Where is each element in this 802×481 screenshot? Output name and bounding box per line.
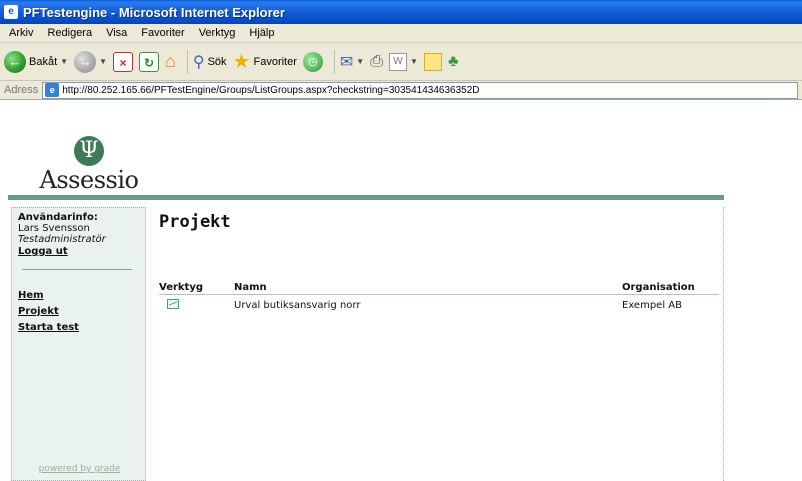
discuss-button[interactable] bbox=[423, 52, 442, 71]
address-input[interactable]: e http://80.252.165.66/PFTestEngine/Grou… bbox=[42, 81, 798, 99]
home-button[interactable]: ⌂ bbox=[165, 51, 176, 72]
header-verktyg: Verktyg bbox=[159, 280, 234, 295]
forward-arrow-icon: → bbox=[74, 50, 97, 73]
messenger-icon: ♣ bbox=[447, 52, 459, 70]
menu-favoriter[interactable]: Favoriter bbox=[134, 27, 191, 39]
menu-visa[interactable]: Visa bbox=[99, 27, 134, 39]
edit-button[interactable]: W ▼ bbox=[389, 52, 418, 71]
table-row: Urval butiksansvarig norr Exempel AB bbox=[159, 295, 719, 315]
favorites-label: Favoriter bbox=[253, 55, 297, 68]
row-organisation: Exempel AB bbox=[622, 300, 682, 311]
chart-icon[interactable] bbox=[167, 299, 179, 309]
web-page: Ψ Assessio Användarinfo: Lars Svensson T… bbox=[0, 100, 802, 481]
userinfo-header: Användarinfo: bbox=[18, 212, 98, 223]
sidebar-nav: Hem Projekt Starta test bbox=[18, 290, 139, 333]
window-titlebar: e PFTestengine - Microsoft Internet Expl… bbox=[0, 0, 802, 24]
table-header-row: Verktyg Namn Organisation bbox=[159, 280, 719, 295]
star-icon: ★ bbox=[232, 51, 251, 73]
content-border bbox=[723, 207, 724, 481]
window-title: PFTestengine - Microsoft Internet Explor… bbox=[23, 4, 285, 20]
messenger-button[interactable]: ♣ bbox=[448, 53, 459, 71]
search-button[interactable]: ⚲ Sök bbox=[193, 52, 227, 72]
history-button[interactable]: ◷ bbox=[302, 51, 323, 72]
word-icon: W bbox=[389, 52, 408, 71]
forward-dropdown-icon[interactable]: ▼ bbox=[99, 57, 107, 66]
favorites-button[interactable]: ★ Favoriter bbox=[233, 49, 297, 74]
header-divider bbox=[8, 195, 724, 200]
search-label: Sök bbox=[207, 55, 227, 68]
user-name: Lars Svensson bbox=[18, 223, 90, 234]
stop-button[interactable]: × bbox=[112, 51, 133, 72]
print-button[interactable]: ⎙ bbox=[370, 53, 383, 71]
nav-starta-test[interactable]: Starta test bbox=[18, 322, 139, 333]
stop-icon: × bbox=[112, 51, 133, 72]
address-label: Adress bbox=[4, 84, 39, 96]
powered-by-link[interactable]: powered by grade bbox=[12, 464, 147, 474]
page-title: Projekt bbox=[159, 212, 231, 232]
mail-dropdown-icon[interactable]: ▼ bbox=[356, 57, 364, 66]
browser-toolbar: ← Bakåt ▼ → ▼ × ↻ ⌂ ⚲ Sök ★ Favoriter ◷ … bbox=[0, 43, 802, 81]
back-button[interactable]: ← Bakåt ▼ bbox=[4, 50, 68, 73]
note-icon bbox=[423, 52, 442, 71]
row-name: Urval butiksansvarig norr bbox=[234, 300, 361, 311]
history-icon: ◷ bbox=[302, 51, 323, 72]
menu-redigera[interactable]: Redigera bbox=[40, 27, 99, 39]
refresh-icon: ↻ bbox=[138, 51, 159, 72]
nav-projekt[interactable]: Projekt bbox=[18, 306, 139, 317]
printer-icon: ⎙ bbox=[370, 52, 384, 70]
edit-dropdown-icon[interactable]: ▼ bbox=[410, 57, 418, 66]
forward-button[interactable]: → ▼ bbox=[74, 50, 107, 73]
nav-hem[interactable]: Hem bbox=[18, 290, 139, 301]
menu-bar: Arkiv Redigera Visa Favoriter Verktyg Hj… bbox=[0, 24, 802, 43]
mail-icon: ✉ bbox=[339, 53, 354, 71]
address-bar: Adress e http://80.252.165.66/PFTestEngi… bbox=[0, 81, 802, 100]
sidebar-divider bbox=[22, 269, 132, 270]
back-dropdown-icon[interactable]: ▼ bbox=[60, 57, 68, 66]
back-label: Bakåt bbox=[29, 55, 58, 68]
search-icon: ⚲ bbox=[192, 53, 205, 71]
menu-hjalp[interactable]: Hjälp bbox=[242, 27, 281, 39]
assessio-logo: Ψ Assessio bbox=[34, 136, 144, 194]
page-icon: e bbox=[45, 83, 60, 97]
logout-link[interactable]: Logga ut bbox=[18, 246, 139, 257]
ie-icon: e bbox=[4, 5, 18, 19]
mail-button[interactable]: ✉ ▼ bbox=[340, 52, 364, 72]
projects-table: Verktyg Namn Organisation Urval butiksan… bbox=[159, 280, 719, 314]
back-arrow-icon: ← bbox=[4, 50, 26, 73]
refresh-button[interactable]: ↻ bbox=[138, 51, 159, 72]
menu-arkiv[interactable]: Arkiv bbox=[2, 27, 40, 39]
header-namn: Namn bbox=[234, 280, 622, 295]
toolbar-separator bbox=[333, 49, 335, 74]
home-icon: ⌂ bbox=[164, 51, 176, 71]
logo-brand: Assessio bbox=[39, 166, 139, 194]
menu-verktyg[interactable]: Verktyg bbox=[192, 27, 243, 39]
psi-logo-icon: Ψ bbox=[74, 136, 104, 166]
row-tool-cell bbox=[159, 295, 234, 315]
toolbar-separator bbox=[186, 49, 188, 74]
sidebar: Användarinfo: Lars Svensson Testadminist… bbox=[11, 207, 146, 481]
user-role: Testadministratör bbox=[18, 234, 106, 245]
header-organisation: Organisation bbox=[622, 280, 719, 295]
address-url[interactable]: http://80.252.165.66/PFTestEngine/Groups… bbox=[62, 85, 479, 96]
